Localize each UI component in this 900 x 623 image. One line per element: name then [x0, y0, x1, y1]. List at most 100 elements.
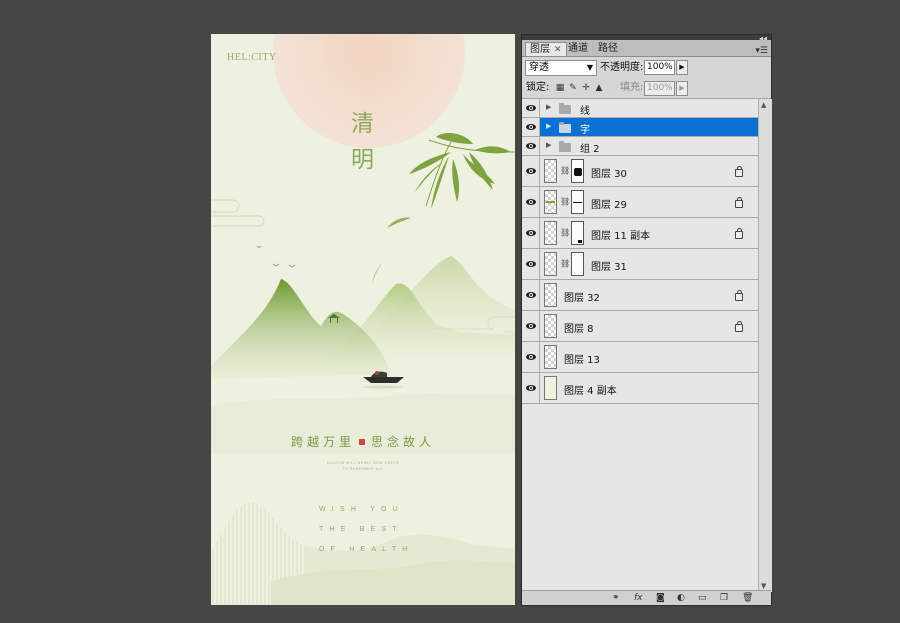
layer-name: 图层 8 — [564, 324, 594, 335]
layers-bottom-toolbar: ⚭ fx ◙ ◐ ▭ ❐ 🗑 — [522, 590, 771, 605]
panel-menu-icon[interactable]: ▾☰ — [755, 46, 768, 56]
link-mask-icon[interactable]: ⛓ — [560, 228, 570, 237]
layer-row-11-copy[interactable]: ⛓ 图层 11 副本 — [522, 218, 758, 249]
opacity-slider-button[interactable]: ▶ — [676, 60, 688, 75]
title-char-ming: 明 — [351, 147, 374, 173]
lock-all-icon[interactable]: ▲ — [594, 83, 604, 93]
blend-mode-value: 穿透 — [529, 62, 549, 73]
layer-thumbnail — [544, 252, 557, 276]
fill-label: 填充: — [620, 82, 644, 93]
layer-row-8[interactable]: 图层 8 — [522, 311, 758, 342]
visibility-eye-icon[interactable] — [522, 137, 540, 155]
layer-name: 组 2 — [580, 144, 600, 155]
link-mask-icon[interactable]: ⛓ — [560, 166, 570, 175]
layer-thumbnail — [544, 376, 557, 400]
lock-fill-row: 锁定: ▦ ✎ ✛ ▲ 填充: 100% ▶ — [522, 79, 771, 99]
layer-mask-thumbnail[interactable] — [571, 159, 584, 183]
layer-name: 线 — [580, 106, 590, 117]
layer-name: 图层 30 — [591, 169, 627, 180]
layer-row-group-xian[interactable]: ▶ 线 — [522, 99, 758, 118]
visibility-eye-icon[interactable] — [522, 118, 540, 136]
layer-row-31[interactable]: ⛓ 图层 31 — [522, 249, 758, 280]
visibility-eye-icon[interactable] — [522, 280, 540, 310]
layers-list: ▶ 线 ▶ 字 ▶ 组 2 ⛓ 图层 30 ⛓ 图层 29 ⛓ 图层 11 副本… — [522, 99, 758, 600]
folder-icon — [559, 141, 571, 152]
layer-thumbnail — [544, 190, 557, 214]
opacity-label: 不透明度: — [600, 62, 644, 73]
title-char-qing: 清 — [351, 111, 374, 137]
new-layer-icon[interactable]: ❐ — [720, 592, 728, 604]
layer-name: 图层 11 副本 — [591, 231, 651, 242]
layer-row-group-2[interactable]: ▶ 组 2 — [522, 137, 758, 156]
red-square-dot — [359, 439, 365, 445]
visibility-eye-icon[interactable] — [522, 342, 540, 372]
visibility-eye-icon[interactable] — [522, 187, 540, 217]
tab-paths[interactable]: 路径 — [594, 42, 622, 56]
layer-mask-thumbnail[interactable] — [571, 252, 584, 276]
chevron-down-icon: ▼ — [586, 63, 593, 72]
subtitle-left: 跨越万里 — [290, 435, 355, 449]
expand-triangle-icon[interactable]: ▶ — [546, 141, 551, 149]
trash-icon[interactable]: 🗑 — [742, 592, 753, 604]
poster-canvas[interactable]: HEL:CITY 清 明 跨越万里 思念故人 SEASON WILL BRING … — [211, 34, 515, 605]
expand-triangle-icon[interactable]: ▶ — [546, 122, 551, 130]
lock-transparency-icon[interactable]: ▦ — [555, 83, 565, 93]
layer-row-30[interactable]: ⛓ 图层 30 — [522, 156, 758, 187]
layer-thumbnail — [544, 314, 557, 338]
visibility-eye-icon[interactable] — [522, 218, 540, 248]
layers-panel: ◂◂ 图层 ✕ 通道 路径 ▾☰ 穿透 ▼ 不透明度: 100% ▶ 锁定: ▦ … — [521, 34, 772, 606]
lock-icon — [735, 290, 743, 301]
scroll-down-icon[interactable]: ▼ — [761, 582, 766, 590]
lock-icon — [735, 197, 743, 208]
visibility-eye-icon[interactable] — [522, 249, 540, 279]
layer-name: 图层 31 — [591, 262, 627, 273]
wish-line-2: THE BEST — [319, 526, 403, 533]
visibility-eye-icon[interactable] — [522, 311, 540, 341]
fill-input[interactable]: 100% — [644, 81, 675, 96]
fx-icon[interactable]: fx — [634, 592, 643, 604]
close-icon[interactable]: ✕ — [554, 45, 562, 55]
visibility-eye-icon[interactable] — [522, 99, 540, 117]
layer-mask-thumbnail[interactable] — [571, 190, 584, 214]
mask-icon[interactable]: ◙ — [656, 592, 665, 604]
tiny-caption-1: SEASON WILL BRING NEW GREEN — [326, 461, 400, 465]
visibility-eye-icon[interactable] — [522, 156, 540, 186]
folder-icon — [559, 103, 571, 114]
lock-icon — [735, 166, 743, 177]
layer-mask-thumbnail[interactable] — [571, 221, 584, 245]
opacity-input[interactable]: 100% — [644, 60, 675, 75]
layer-name: 字 — [580, 125, 590, 136]
scroll-up-icon[interactable]: ▲ — [761, 101, 766, 109]
tab-layers[interactable]: 图层 ✕ — [525, 42, 567, 56]
blend-mode-select[interactable]: 穿透 ▼ — [525, 60, 597, 76]
layers-scrollbar[interactable]: ▲ ▼ — [758, 99, 772, 592]
visibility-eye-icon[interactable] — [522, 373, 540, 403]
lock-icon — [735, 228, 743, 239]
wish-line-3: OF HEALTH — [319, 546, 414, 553]
layer-thumbnail — [544, 283, 557, 307]
layer-row-32[interactable]: 图层 32 — [522, 280, 758, 311]
subtitle-right: 思念故人 — [371, 435, 436, 449]
tab-channels[interactable]: 通道 — [564, 42, 592, 56]
layer-row-group-zi[interactable]: ▶ 字 — [522, 118, 758, 137]
folder-icon[interactable]: ▭ — [698, 592, 707, 604]
link-mask-icon[interactable]: ⛓ — [560, 259, 570, 268]
layer-row-13[interactable]: 图层 13 — [522, 342, 758, 373]
lock-pixels-icon[interactable]: ✎ — [568, 83, 578, 93]
lock-label: 锁定: — [526, 82, 550, 93]
blend-opacity-row: 穿透 ▼ 不透明度: 100% ▶ — [522, 57, 771, 79]
brand-logo-text: HEL:CITY — [227, 52, 277, 63]
panel-tabs: 图层 ✕ 通道 路径 ▾☰ — [522, 40, 771, 57]
layer-row-4-copy[interactable]: 图层 4 副本 — [522, 373, 758, 404]
layer-thumbnail — [544, 345, 557, 369]
lock-icon — [735, 321, 743, 332]
link-mask-icon[interactable]: ⛓ — [560, 197, 570, 206]
link-icon[interactable]: ⚭ — [612, 592, 620, 604]
expand-triangle-icon[interactable]: ▶ — [546, 103, 551, 111]
cloud-lines-left — [211, 199, 265, 227]
adjustment-icon[interactable]: ◐ — [677, 592, 685, 604]
lock-position-icon[interactable]: ✛ — [581, 83, 591, 93]
layer-row-29[interactable]: ⛓ 图层 29 — [522, 187, 758, 218]
wish-line-1: WISH YOU — [319, 506, 404, 513]
fill-slider-button[interactable]: ▶ — [676, 81, 688, 96]
